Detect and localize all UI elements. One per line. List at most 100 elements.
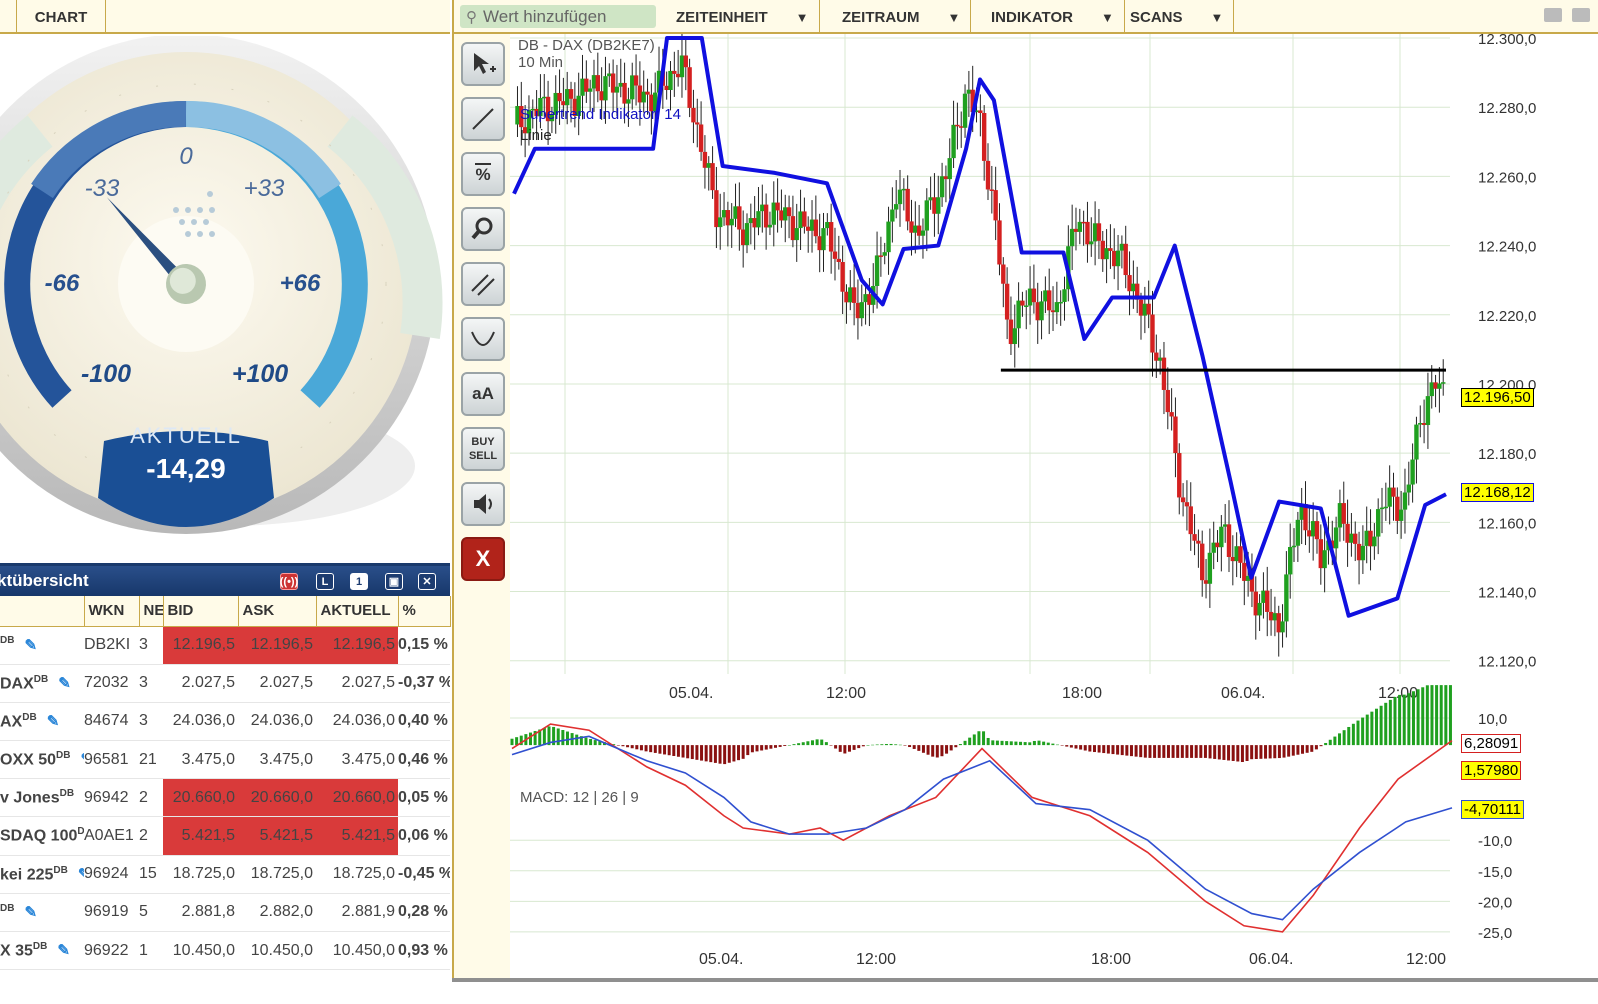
chevron-down-icon: ▼ <box>1100 9 1114 25</box>
maximize-icon[interactable]: ▣ <box>385 573 403 590</box>
table-row[interactable]: OXX 50DB✎96581213.475,03.475,03.475,00,4… <box>0 740 450 780</box>
candle-body <box>1154 352 1159 361</box>
candle-body <box>763 204 769 228</box>
parallel-lines-icon[interactable] <box>461 262 505 306</box>
macd-histogram-bar <box>787 745 791 746</box>
candle-body <box>1054 302 1060 313</box>
table-row[interactable]: DB ✎ DB2KI 3 12.196,5 12.196,5 12.196,5 0,15 % <box>0 626 450 665</box>
candle-body <box>767 224 773 228</box>
macd-histogram-bar <box>1328 739 1332 746</box>
table-row[interactable]: kei 225DB✎969241518.725,018.725,018.725,… <box>0 855 450 894</box>
macd-histogram-bar <box>968 737 972 746</box>
close-icon[interactable]: ✕ <box>418 573 436 590</box>
instrument-name[interactable]: DAXDB ✎ <box>0 664 84 703</box>
instrument-name[interactable]: OXX 50DB✎ <box>0 740 84 780</box>
candle-body <box>1226 524 1232 557</box>
buy-sell-icon[interactable]: BUY SELL <box>461 427 505 471</box>
macd-series-line <box>511 723 1453 933</box>
instrument-name[interactable]: X 35DB ✎ <box>0 931 84 971</box>
menu-indikator[interactable]: INDIKATOR ▼ <box>991 0 1125 34</box>
menu-zeitraum[interactable]: ZEITRAUM ▼ <box>842 0 972 34</box>
cell-bid: 10.450,0 <box>163 931 238 971</box>
candle-body <box>740 229 746 246</box>
folder-icon[interactable] <box>1544 8 1562 22</box>
magnifier-icon[interactable] <box>461 207 505 251</box>
macd-histogram-bar <box>824 742 828 746</box>
macd-histogram-bar <box>1430 685 1434 746</box>
macd-histogram-bar <box>954 745 958 748</box>
cell-ask: 2.882,0 <box>238 893 316 933</box>
layout-1-button[interactable]: 1 <box>350 573 368 590</box>
col-bid[interactable]: BID <box>163 596 239 627</box>
macd-histogram-bar <box>982 731 986 746</box>
cell-wkn: DB2KI <box>84 626 139 665</box>
macd-histogram-bar <box>898 744 902 746</box>
instrument-name[interactable]: v JonesDB✎ <box>0 778 84 818</box>
macd-histogram-bar <box>635 745 639 750</box>
instrument-name[interactable]: kei 225DB✎ <box>0 855 84 894</box>
pointer-plus-icon[interactable] <box>461 42 505 86</box>
candle-body <box>748 218 754 224</box>
col-wkn[interactable]: WKN <box>84 596 140 627</box>
candle-body <box>848 287 853 303</box>
candle-body <box>1047 290 1052 311</box>
table-row[interactable]: v JonesDB✎96942220.660,020.660,020.660,0… <box>0 778 450 818</box>
table-row[interactable]: AXDB ✎ 84674 3 24.036,0 24.036,0 24.036,0 0,40 … <box>0 702 450 742</box>
candle-body <box>1257 602 1262 616</box>
macd-histogram-bar <box>764 745 768 750</box>
table-row[interactable]: X 35DB ✎ 96922 1 10.450,0 10.450,0 10.450,0 0,9… <box>0 931 450 971</box>
macd-histogram-bar <box>755 745 759 752</box>
col-aktuell[interactable]: AKTUELL <box>316 596 399 627</box>
instrument-name[interactable]: SDAQ 100DE✎ <box>0 816 84 856</box>
col-name[interactable] <box>0 596 85 627</box>
menu-zeiteinheit[interactable]: ZEITEINHEIT ▼ <box>676 0 820 34</box>
col-pct[interactable]: % <box>398 596 451 627</box>
gauge-label-minus33: -33 <box>85 175 120 202</box>
macd-histogram-bar <box>1301 745 1305 754</box>
close-icon[interactable]: X <box>461 537 505 581</box>
edit-pencil-icon[interactable]: ✎ <box>57 941 70 959</box>
layout-l-button[interactable]: L <box>316 573 334 590</box>
speaker-icon[interactable] <box>461 482 505 526</box>
table-row[interactable]: DAXDB ✎ 72032 3 2.027,5 2.027,5 2.027,5 -0,37 % <box>0 664 450 703</box>
macd-histogram-bar <box>1166 745 1170 758</box>
edit-pencil-icon[interactable]: ✎ <box>47 712 60 730</box>
cloud-icon[interactable] <box>1572 8 1590 22</box>
col-ask[interactable]: ASK <box>238 596 317 627</box>
price-chart[interactable]: 12.300,0 12.280,0 12.260,0 12.240,0 12.220,0… <box>510 31 1598 980</box>
col-ne[interactable]: NE <box>139 596 164 627</box>
chart-scrollbar[interactable] <box>452 978 1598 1004</box>
instrument-name[interactable]: DB ✎ <box>0 893 84 933</box>
chart-area[interactable]: 12.300,0 12.280,0 12.260,0 12.240,0 12.220,0… <box>510 31 1598 980</box>
edit-pencil-icon[interactable]: ✎ <box>24 636 37 654</box>
candle-body <box>1096 223 1102 241</box>
line-draw-icon[interactable] <box>461 97 505 141</box>
candle-body <box>1437 383 1442 389</box>
instrument-name[interactable]: AXDB ✎ <box>0 702 84 742</box>
percent-icon[interactable]: % <box>461 152 505 196</box>
macd-histogram-bar <box>1074 745 1078 749</box>
menu-scans[interactable]: SCANS ▼ <box>1130 0 1235 34</box>
candle-body <box>1341 503 1346 524</box>
market-overview-panel: ktübersicht ((•)) L 1 ▣ ✕ WKN NE BID ASK… <box>0 563 451 1004</box>
candle-body <box>1081 221 1086 224</box>
macd-histogram-bar <box>1106 745 1110 754</box>
candle-body <box>702 151 708 168</box>
cell-pct: 0,15 % <box>398 626 450 665</box>
edit-pencil-icon[interactable]: ✎ <box>58 674 71 692</box>
cell-pct: 0,46 % <box>398 740 450 780</box>
table-row[interactable]: SDAQ 100DE✎A0AE125.421,55.421,55.421,50,… <box>0 816 450 856</box>
cell-aktuell: 20.660,0 <box>316 778 398 818</box>
tab-chart[interactable]: CHART <box>16 0 106 34</box>
curve-icon[interactable] <box>461 317 505 361</box>
chart-toolbar: ⚲ Wert hinzufügen ZEITEINHEIT ▼ ZEITRAUM… <box>452 0 1598 34</box>
gauge-label-plus100: +100 <box>232 360 288 388</box>
table-row[interactable]: DB ✎ 96919 5 2.881,8 2.882,0 2.881,9 0,28 % <box>0 893 450 933</box>
macd-histogram-bar <box>1060 745 1064 746</box>
gauge-label-plus33: +33 <box>244 175 285 202</box>
edit-pencil-icon[interactable]: ✎ <box>24 903 37 921</box>
text-size-icon[interactable]: aA <box>461 372 505 416</box>
instrument-name[interactable]: DB ✎ <box>0 626 84 665</box>
live-icon[interactable]: ((•)) <box>280 573 298 590</box>
add-value-button[interactable]: ⚲ Wert hinzufügen <box>460 5 656 28</box>
